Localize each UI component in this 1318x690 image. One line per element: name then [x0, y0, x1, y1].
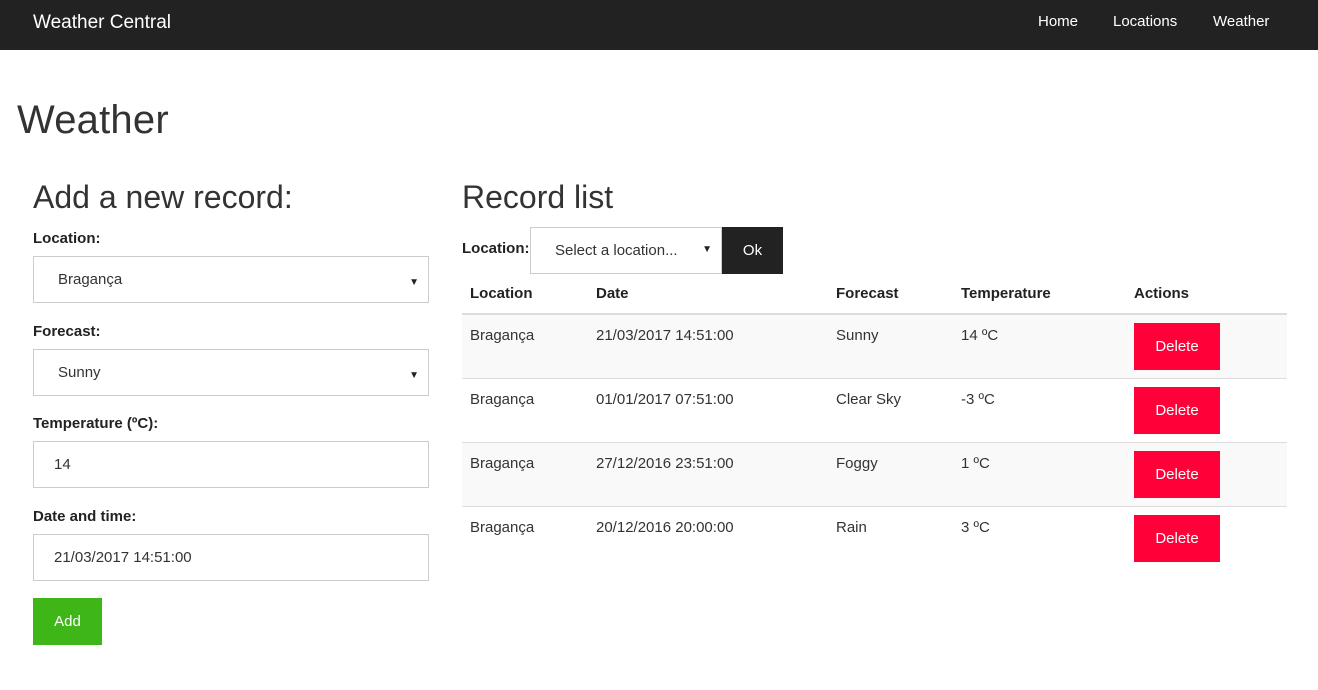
nav-home-link[interactable]: Home [1038, 13, 1078, 31]
temperature-input[interactable]: 14 [33, 441, 429, 488]
column-header-date: Date [596, 285, 629, 302]
delete-button[interactable]: Delete [1134, 515, 1220, 562]
cell-location: Bragança [470, 455, 535, 472]
filter-location-label: Location: [462, 240, 530, 257]
datetime-label: Date and time: [33, 508, 137, 525]
caret-down-icon: ▼ [409, 277, 419, 288]
record-list-heading: Record list [462, 179, 614, 215]
location-label: Location: [33, 230, 101, 247]
column-header-forecast: Forecast [836, 285, 899, 302]
temperature-label: Temperature (ºC): [33, 415, 159, 432]
temperature-input-value: 14 [54, 456, 71, 473]
table-row: Bragança 27/12/2016 23:51:00 Foggy 1 ºC … [462, 443, 1287, 507]
column-header-temperature: Temperature [961, 285, 1051, 302]
ok-button[interactable]: Ok [722, 227, 783, 274]
table-row: Bragança 20/12/2016 20:00:00 Rain 3 ºC D… [462, 507, 1287, 571]
brand-link[interactable]: Weather Central [33, 12, 171, 34]
cell-temperature: 1 ºC [961, 455, 990, 472]
add-record-heading: Add a new record: [33, 179, 293, 215]
navbar: Weather Central Home Locations Weather [0, 0, 1318, 50]
table-row: Bragança 21/03/2017 14:51:00 Sunny 14 ºC… [462, 315, 1287, 379]
cell-temperature: 3 ºC [961, 519, 990, 536]
delete-button[interactable]: Delete [1134, 323, 1220, 370]
delete-button[interactable]: Delete [1134, 451, 1220, 498]
cell-temperature: 14 ºC [961, 327, 999, 344]
filter-location-select[interactable]: Select a location... ▼ [530, 227, 722, 274]
cell-date: 01/01/2017 07:51:00 [596, 391, 734, 408]
cell-location: Bragança [470, 519, 535, 536]
cell-location: Bragança [470, 327, 535, 344]
location-select-value: Bragança [58, 271, 123, 288]
nav-weather-link[interactable]: Weather [1213, 13, 1269, 31]
column-header-location: Location [470, 285, 533, 302]
cell-location: Bragança [470, 391, 535, 408]
forecast-select[interactable]: Sunny ▼ [33, 349, 429, 396]
datetime-input[interactable]: 21/03/2017 14:51:00 [33, 534, 429, 581]
forecast-select-value: Sunny [58, 364, 101, 381]
page-title: Weather [17, 98, 169, 142]
add-button[interactable]: Add [33, 598, 102, 645]
caret-down-icon: ▼ [409, 370, 419, 381]
cell-forecast: Foggy [836, 455, 878, 472]
cell-forecast: Clear Sky [836, 391, 902, 408]
column-header-actions: Actions [1134, 285, 1190, 302]
cell-temperature: -3 ºC [961, 391, 995, 408]
nav-locations-link[interactable]: Locations [1113, 13, 1177, 31]
cell-forecast: Rain [836, 519, 867, 536]
filter-location-placeholder: Select a location... [555, 242, 678, 259]
table-row: Bragança 01/01/2017 07:51:00 Clear Sky -… [462, 379, 1287, 443]
cell-forecast: Sunny [836, 327, 879, 344]
cell-date: 27/12/2016 23:51:00 [596, 455, 734, 472]
cell-date: 20/12/2016 20:00:00 [596, 519, 734, 536]
cell-date: 21/03/2017 14:51:00 [596, 327, 734, 344]
location-select[interactable]: Bragança ▼ [33, 256, 429, 303]
caret-down-icon: ▼ [702, 244, 712, 255]
delete-button[interactable]: Delete [1134, 387, 1220, 434]
datetime-input-value: 21/03/2017 14:51:00 [54, 549, 192, 566]
forecast-label: Forecast: [33, 323, 101, 340]
